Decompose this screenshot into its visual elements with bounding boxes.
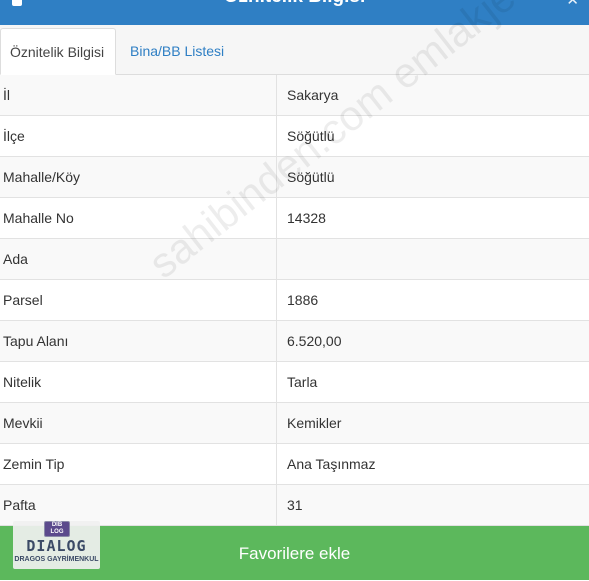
- table-row: Ada: [0, 239, 589, 280]
- row-label: Mevkii: [3, 415, 43, 431]
- row-value: 31: [276, 485, 589, 525]
- row-label: İlçe: [3, 128, 25, 144]
- logo-badge: DIB LOG: [44, 521, 70, 537]
- logo-subtitle: DRAGOS GAYRİMENKUL: [14, 556, 99, 563]
- dialog-logo: DIB LOG DIALOG DRAGOS GAYRİMENKUL: [13, 521, 100, 569]
- table-row: Tapu Alanı 6.520,00: [0, 321, 589, 362]
- table-row: Pafta 31: [0, 485, 589, 526]
- row-value: 6.520,00: [276, 321, 589, 361]
- row-value: 14328: [276, 198, 589, 238]
- row-label: Tapu Alanı: [3, 333, 69, 349]
- row-value: Söğütlü: [276, 116, 589, 156]
- row-value: 1886: [276, 280, 589, 320]
- table-row: Parsel 1886: [0, 280, 589, 321]
- table-row: Zemin Tip Ana Taşınmaz: [0, 444, 589, 485]
- logo-name: DIALOG: [26, 537, 87, 555]
- row-label: Nitelik: [3, 374, 42, 390]
- table-row: İl Sakarya: [0, 75, 589, 116]
- table-row: Nitelik Tarla: [0, 362, 589, 403]
- attribute-table: İl Sakarya İlçe Söğütlü Mahalle/Köy Söğü…: [0, 75, 589, 526]
- row-label: Parsel: [3, 292, 43, 308]
- table-row: Mahalle/Köy Söğütlü: [0, 157, 589, 198]
- row-value: Kemikler: [276, 403, 589, 443]
- row-label: Zemin Tip: [3, 456, 65, 472]
- close-icon[interactable]: ✕: [566, 0, 579, 9]
- tab-oznitelik-bilgisi[interactable]: Öznitelik Bilgisi: [0, 28, 116, 75]
- row-value: Tarla: [276, 362, 589, 402]
- row-label: Ada: [3, 251, 28, 267]
- row-label: Mahalle No: [3, 210, 74, 226]
- row-value: Sakarya: [276, 75, 589, 115]
- row-value: Söğütlü: [276, 157, 589, 197]
- dialog-header: Öznitelik Bilgisi ✕: [0, 0, 589, 25]
- table-row: İlçe Söğütlü: [0, 116, 589, 157]
- dialog-title: Öznitelik Bilgisi: [0, 0, 589, 8]
- row-label: Mahalle/Köy: [3, 169, 81, 185]
- row-label: Pafta: [3, 497, 36, 513]
- tab-bina-bb-listesi[interactable]: Bina/BB Listesi: [121, 28, 233, 75]
- tab-bar: Öznitelik Bilgisi Bina/BB Listesi: [0, 25, 589, 75]
- row-value: [276, 239, 589, 279]
- row-value: Ana Taşınmaz: [276, 444, 589, 484]
- table-row: Mahalle No 14328: [0, 198, 589, 239]
- table-row: Mevkii Kemikler: [0, 403, 589, 444]
- row-label: İl: [3, 87, 10, 103]
